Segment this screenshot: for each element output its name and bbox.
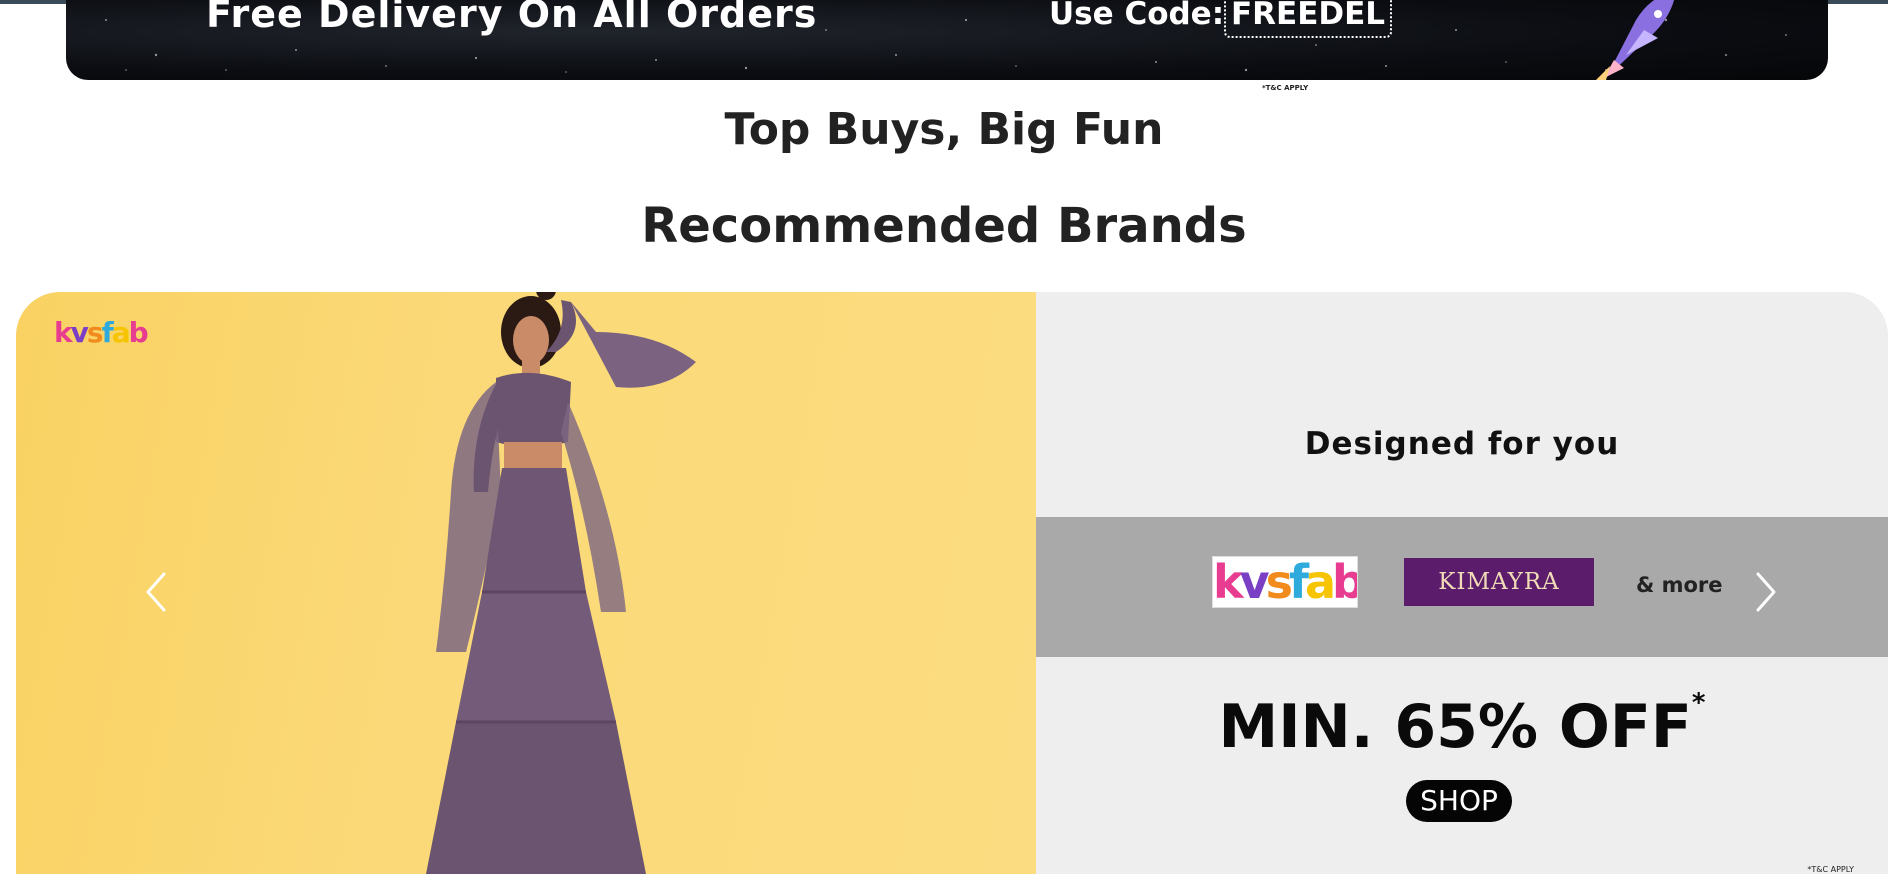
promo-headline: Free Delivery On All Orders (206, 0, 818, 36)
kvsfab-corner-logo: kvsfab (54, 316, 149, 349)
model-lehenga-illustration (426, 292, 696, 874)
more-brands-label: & more (1636, 573, 1723, 597)
section-title-recommended-brands: Recommended Brands (641, 198, 1247, 254)
kimayra-logo[interactable]: KIMAYRA (1404, 558, 1594, 606)
shop-button[interactable]: SHOP (1406, 780, 1512, 822)
promo-code-label: Use Code: (1049, 0, 1225, 32)
chevron-right-icon[interactable] (1746, 562, 1786, 622)
offer-discount-text: MIN. 65% OFF (1218, 692, 1692, 762)
rocket-icon (1596, 0, 1675, 80)
free-delivery-banner[interactable]: Free Delivery On All Orders Use Code: FR… (66, 0, 1828, 80)
brands-carousel[interactable]: kvsfab Designed for you kvsfa KIMAYRA & … (16, 292, 1888, 874)
section-title-top-buys: Top Buys, Big Fun (724, 104, 1164, 155)
offer-asterisk: * (1691, 688, 1706, 718)
promo-code: FREEDEL (1224, 0, 1393, 38)
offer-tagline: Designed for you (1304, 426, 1620, 462)
kvsfab-logo[interactable]: kvsfab (1212, 556, 1358, 608)
offer-terms: *T&C APPLY (1807, 865, 1854, 874)
offer-discount: MIN. 65% OFF* (1036, 688, 1888, 762)
chevron-left-icon[interactable] (136, 562, 176, 622)
banner-terms: *T&C APPLY (1262, 84, 1309, 92)
